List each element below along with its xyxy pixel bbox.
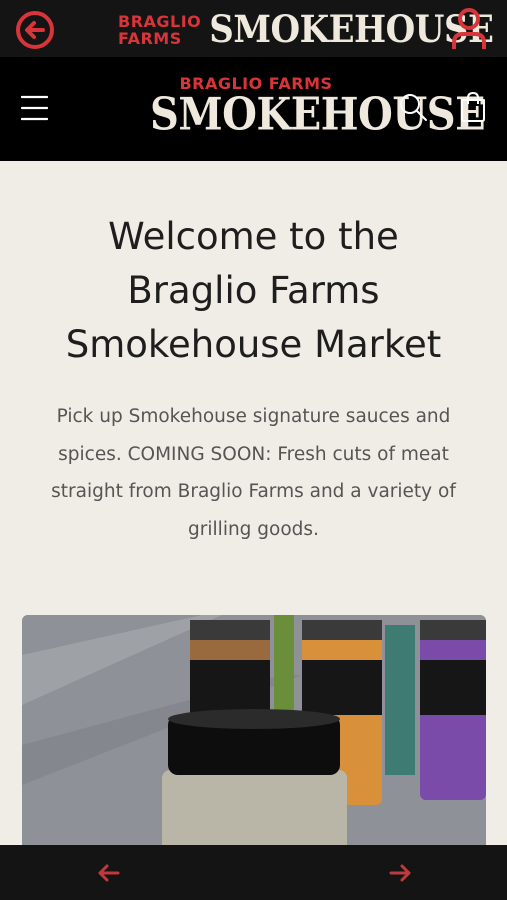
cart-button[interactable] [457, 91, 489, 123]
site-logo[interactable]: BRAGLIO FARMS SMOKEHOUSE [150, 74, 486, 139]
spice-jars-image [22, 615, 486, 860]
hero-description: Pick up Smokehouse signature sauces and … [51, 406, 456, 540]
prev-button[interactable] [96, 862, 120, 884]
search-button[interactable] [398, 92, 428, 122]
arrow-right-icon [389, 864, 411, 882]
browser-bottom-bar [0, 845, 507, 900]
search-icon [400, 94, 427, 121]
hero-title: Welcome to the Braglio Farms Smokehouse … [65, 215, 442, 366]
bag-icon [461, 91, 485, 122]
site-header: BRAGLIO FARMS SMOKEHOUSE [0, 57, 507, 161]
person-icon [452, 8, 486, 49]
menu-button[interactable] [20, 95, 49, 121]
hamburger-icon [20, 95, 49, 121]
arrow-left-circle-icon [16, 11, 54, 49]
top-logo-small-text: BRAGLIO FARMS [118, 12, 202, 48]
site-logo-big-text: SMOKEHOUSE [150, 88, 486, 141]
next-button[interactable] [389, 862, 413, 884]
account-button[interactable] [450, 7, 488, 51]
back-button[interactable] [15, 10, 55, 50]
browser-top-bar: BRAGLIO FARMS SMOKEHOUSE [0, 0, 507, 57]
arrow-left-icon [98, 864, 120, 882]
top-brand-logo: BRAGLIO FARMS SMOKEHOUSE [118, 8, 494, 52]
product-photo [22, 615, 486, 860]
